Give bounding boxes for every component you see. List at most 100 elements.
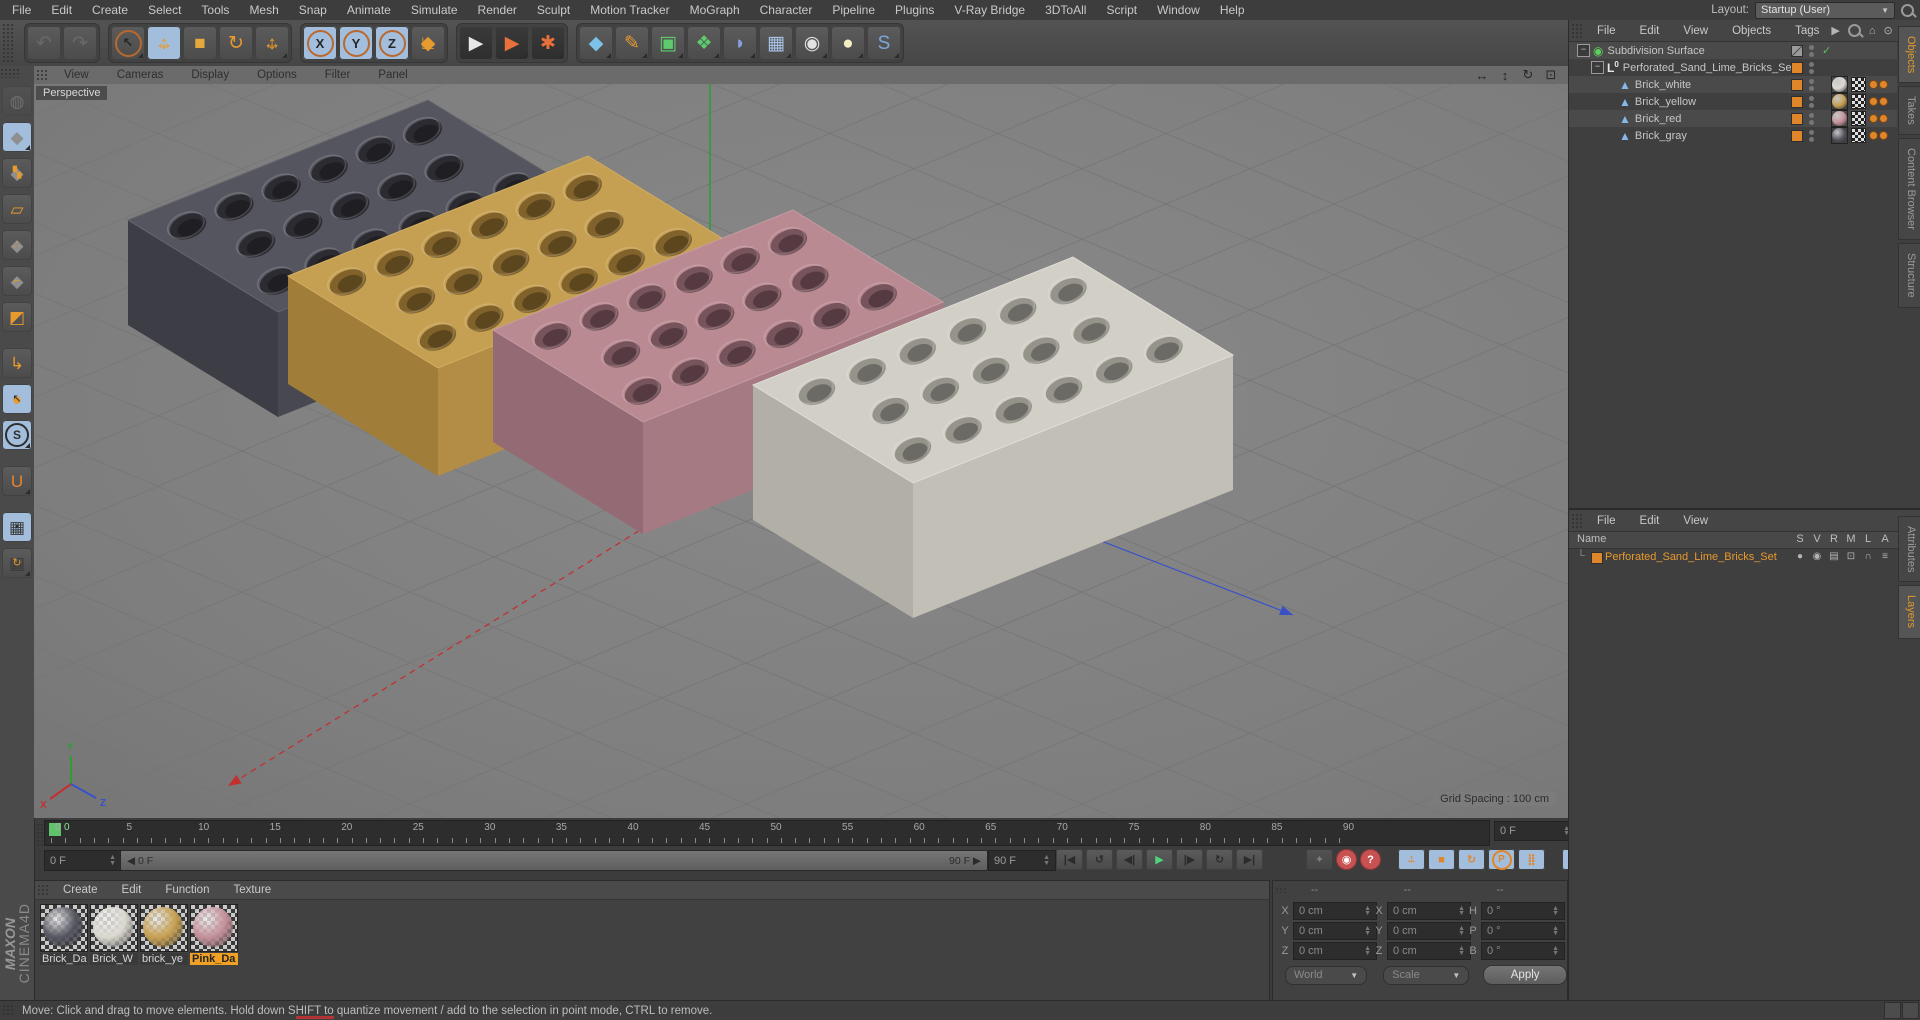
sidebar-grip[interactable] [0, 68, 20, 78]
viewport-menu-display[interactable]: Display [177, 69, 243, 81]
spline-pen-icon[interactable]: ✎ [615, 26, 649, 60]
material-tag-icon[interactable] [1831, 93, 1848, 110]
render-picture-viewer-icon[interactable]: ▶ [495, 26, 529, 60]
object-row-brick-red[interactable]: ▲ Brick_red [1569, 110, 1897, 127]
uvw-tag-icon[interactable] [1851, 111, 1866, 126]
menu-mesh[interactable]: Mesh [239, 0, 288, 20]
manager-icon[interactable]: ⊡ [1844, 551, 1858, 562]
coordinate-input-rotation-p[interactable]: 0 ° ▲ ▼ [1481, 922, 1565, 940]
move-tool-icon[interactable]: ↔ ↕ [147, 26, 181, 60]
keyframe-selection-button[interactable]: ? [1360, 849, 1381, 870]
layers-menu-edit[interactable]: Edit [1628, 515, 1672, 527]
expand-toggle-icon[interactable]: − [1591, 61, 1604, 74]
menu-window[interactable]: Window [1147, 0, 1210, 20]
om-menu-edit[interactable]: Edit [1628, 25, 1672, 37]
menu-mograph[interactable]: MoGraph [680, 0, 750, 20]
spinner-arrows-icon[interactable]: ▲ ▼ [1552, 905, 1559, 917]
om-menu-view[interactable]: View [1671, 25, 1720, 37]
play-button[interactable]: ▶ [1146, 849, 1173, 870]
coordinate-input-size-y[interactable]: 0 cm ▲ ▼ [1387, 922, 1471, 940]
render-view-icon[interactable]: ▶ [459, 26, 493, 60]
layers-menu-view[interactable]: View [1671, 515, 1720, 527]
om-menu-file[interactable]: File [1585, 25, 1628, 37]
light-icon[interactable]: ● [831, 26, 865, 60]
coordinate-input-size-x[interactable]: 0 cm ▲ ▼ [1387, 902, 1471, 920]
menu-3dtoall[interactable]: 3DToAll [1035, 0, 1096, 20]
lock-workplane-icon[interactable]: ▦ • [2, 512, 32, 542]
material-menu-edit[interactable]: Edit [110, 884, 154, 896]
menu-create[interactable]: Create [82, 0, 138, 20]
tab-structure[interactable]: Structure [1898, 242, 1920, 308]
frame-spinner-field[interactable]: 0 F ▲ ▼ [44, 850, 122, 871]
coordinate-input-position-x[interactable]: 0 cm ▲ ▼ [1293, 902, 1377, 920]
visibility-dots-icon[interactable] [1809, 78, 1814, 91]
uvw-tag-icon[interactable] [1851, 77, 1866, 92]
tab-takes[interactable]: Takes [1898, 86, 1920, 136]
toolbar-grip[interactable] [2, 23, 14, 63]
spinner-arrows-icon[interactable]: ▲ ▼ [1552, 945, 1559, 957]
material-menu-texture[interactable]: Texture [221, 884, 283, 896]
material-grip[interactable] [37, 884, 49, 896]
texture-mode-icon[interactable]: ◆ ▚ [2, 158, 32, 188]
goto-previous-frame-button[interactable]: ◀| [1116, 849, 1143, 870]
coordinate-system-icon[interactable]: ∟ ◆ [411, 26, 445, 60]
object-row-brick-yellow[interactable]: ▲ Brick_yellow [1569, 93, 1897, 110]
render-settings-icon[interactable]: ✱ [531, 26, 565, 60]
menu-motion-tracker[interactable]: Motion Tracker [580, 0, 679, 20]
menu-file[interactable]: File [2, 0, 41, 20]
mograph-cloner-icon[interactable]: ❖ [687, 26, 721, 60]
spinner-arrows-icon[interactable]: ▲ ▼ [1458, 925, 1465, 937]
tab-objects[interactable]: Objects [1898, 26, 1920, 84]
selection-tags-icon[interactable] [1869, 80, 1888, 89]
dock-widget[interactable] [1902, 1002, 1919, 1019]
coordinate-mode-dropdown[interactable]: Scale ▼ [1383, 965, 1470, 985]
menu-character[interactable]: Character [750, 0, 823, 20]
layout-dropdown[interactable]: Startup (User) ▼ [1755, 1, 1895, 19]
python-scripting-icon[interactable]: S [867, 26, 901, 60]
viewport-menu-cameras[interactable]: Cameras [103, 69, 178, 81]
coordinate-input-position-y[interactable]: 0 cm ▲ ▼ [1293, 922, 1377, 940]
floor-environment-icon[interactable]: ▦ [759, 26, 793, 60]
camera-label[interactable]: Perspective [36, 86, 108, 100]
menu-select[interactable]: Select [138, 0, 191, 20]
tab-attributes[interactable]: Attributes [1898, 516, 1920, 583]
lock-y-axis-icon[interactable]: Y [339, 26, 373, 60]
viewport-menu-options[interactable]: Options [243, 69, 311, 81]
preview-range-slider[interactable]: ◀ 0 F 90 F ▶ [120, 850, 988, 871]
layer-color-chip[interactable] [1591, 552, 1603, 564]
enabled-check-icon[interactable]: ✓ [1822, 44, 1831, 57]
material-item[interactable]: Pink_Da [190, 904, 238, 965]
record-objects-button[interactable]: ✦ [1306, 849, 1333, 870]
menu-render[interactable]: Render [468, 0, 527, 20]
search-icon[interactable] [1901, 3, 1914, 17]
display-chip-icon[interactable] [1791, 44, 1803, 57]
object-row-subdivision-surface[interactable]: − ◉ Subdivision Surface ✓ [1569, 42, 1897, 59]
menu-script[interactable]: Script [1096, 0, 1147, 20]
more-menu-icon[interactable]: ▶ [1831, 24, 1839, 37]
solo-icon[interactable]: ● [1793, 551, 1807, 562]
subdivision-surface-icon[interactable]: ▣ [651, 26, 685, 60]
viewport-solo-icon[interactable]: S [2, 420, 32, 450]
menu-snap[interactable]: Snap [289, 0, 337, 20]
snap-magnet-icon[interactable]: U [2, 466, 32, 496]
workplane-mode-icon[interactable]: ▱ [2, 194, 32, 224]
layer-chip-icon[interactable] [1791, 61, 1803, 74]
enable-axis-icon[interactable]: ↳ [2, 348, 32, 378]
key-rotation-button[interactable]: ↻ [1458, 849, 1485, 870]
last-tool-icon[interactable]: ↔ ↕ [255, 26, 289, 60]
planar-workplane-icon[interactable]: ▦ ↻ [2, 548, 32, 578]
undo-icon[interactable]: ↶ [27, 26, 61, 60]
object-manager-grip[interactable] [1571, 23, 1583, 38]
material-item[interactable]: Brick_W [90, 904, 138, 965]
menu-help[interactable]: Help [1210, 0, 1255, 20]
lock-icon[interactable]: ∩ [1861, 551, 1875, 562]
material-tag-icon[interactable] [1831, 127, 1848, 144]
menu-animate[interactable]: Animate [337, 0, 401, 20]
expand-toggle-icon[interactable]: − [1577, 44, 1590, 57]
material-thumbnail[interactable] [140, 904, 188, 952]
object-row-brick-gray[interactable]: ▲ Brick_gray [1569, 127, 1897, 144]
key-position-button[interactable]: ↔ ↕ [1398, 849, 1425, 870]
scale-tool-icon[interactable]: ■ [183, 26, 217, 60]
om-menu-objects[interactable]: Objects [1720, 25, 1783, 37]
goto-next-frame-button[interactable]: |▶ [1176, 849, 1203, 870]
